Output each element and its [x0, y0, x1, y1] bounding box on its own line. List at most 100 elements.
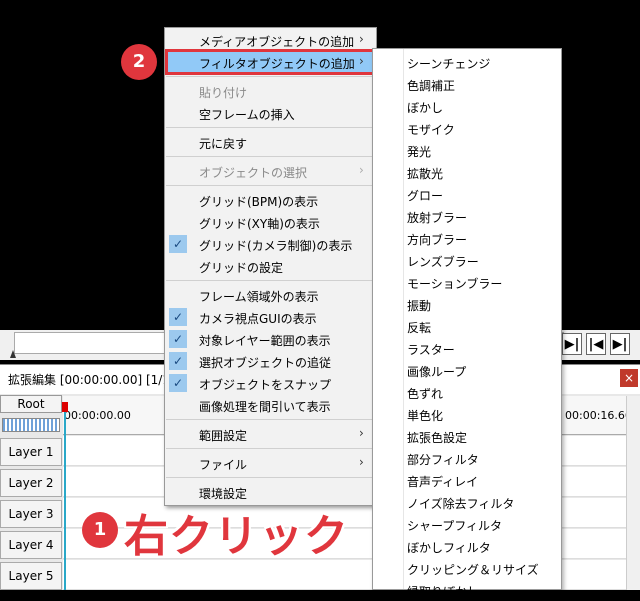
- submenu-item[interactable]: モーションブラー: [373, 271, 561, 293]
- submenu-item-label: 画像ループ: [407, 365, 467, 379]
- menu-item-label: グリッドの設定: [199, 261, 284, 275]
- close-icon[interactable]: ×: [620, 369, 638, 387]
- zoom-scale-indicator[interactable]: [2, 418, 60, 432]
- submenu-item[interactable]: 放射ブラー: [373, 205, 561, 227]
- submenu-item[interactable]: 拡散光: [373, 161, 561, 183]
- submenu-item[interactable]: 部分フィルタ: [373, 447, 561, 469]
- menu-item-paste[interactable]: 貼り付け: [165, 80, 376, 102]
- submenu-item-label: 部分フィルタ: [407, 453, 479, 467]
- play-button[interactable]: ▶|: [562, 333, 582, 355]
- submenu-item[interactable]: モザイク: [373, 117, 561, 139]
- time-end-label: 00:00:16.66: [565, 409, 632, 422]
- next-frame-button[interactable]: ▶|: [610, 333, 630, 355]
- submenu-item-label: レンズブラー: [407, 255, 479, 269]
- playhead-line[interactable]: [64, 404, 66, 590]
- layer-label[interactable]: Layer 1: [0, 438, 62, 466]
- menu-item-out-of-frame[interactable]: フレーム領域外の表示: [165, 284, 376, 306]
- submenu-item[interactable]: 発光: [373, 139, 561, 161]
- menu-separator: [166, 76, 375, 77]
- submenu-item-label: ぼかしフィルタ: [407, 541, 491, 555]
- menu-item-layer-range[interactable]: ✓ 対象レイヤー範囲の表示: [165, 328, 376, 350]
- layer-label[interactable]: Layer 5: [0, 562, 62, 590]
- menu-separator: [166, 448, 375, 449]
- menu-item-camera-gui[interactable]: ✓ カメラ視点GUIの表示: [165, 306, 376, 328]
- submenu-item-label: クリッピング＆リサイズ: [407, 563, 539, 577]
- chevron-right-icon: ›: [359, 455, 364, 469]
- root-button[interactable]: Root: [0, 395, 62, 413]
- submenu-item[interactable]: ぼかしフィルタ: [373, 535, 561, 557]
- step-2-badge: 2: [121, 44, 157, 80]
- menu-item-label: オブジェクトをスナップ: [199, 378, 332, 392]
- submenu-item-label: グロー: [407, 189, 444, 203]
- checkmark-icon: ✓: [169, 374, 187, 392]
- checkmark-icon: ✓: [169, 308, 187, 326]
- menu-item-snap[interactable]: ✓ オブジェクトをスナップ: [165, 372, 376, 394]
- chevron-right-icon: ›: [359, 426, 364, 440]
- submenu-item-label: モザイク: [407, 123, 455, 137]
- menu-item-grid-settings[interactable]: グリッドの設定: [165, 255, 376, 277]
- layer-label[interactable]: Layer 4: [0, 531, 62, 559]
- menu-separator: [166, 156, 375, 157]
- submenu-item-label: シーンチェンジ: [407, 57, 491, 71]
- menu-separator: [166, 280, 375, 281]
- menu-item-label: 空フレームの挿入: [199, 108, 295, 122]
- submenu-item[interactable]: 反転: [373, 315, 561, 337]
- prev-frame-button[interactable]: |◀: [586, 333, 606, 355]
- menu-item-label: ファイル: [199, 458, 248, 472]
- submenu-item[interactable]: ノイズ除去フィルタ: [373, 491, 561, 513]
- submenu-item[interactable]: 振動: [373, 293, 561, 315]
- submenu-item-label: 縁取りぼかし: [407, 585, 480, 599]
- submenu-item[interactable]: 拡張色設定: [373, 425, 561, 447]
- submenu-item-label: 色ずれ: [407, 387, 444, 401]
- submenu-item[interactable]: 色ずれ: [373, 381, 561, 403]
- submenu-item-label: モーションブラー: [407, 277, 503, 291]
- submenu-item[interactable]: 色調補正: [373, 73, 561, 95]
- checkmark-icon: ✓: [169, 235, 187, 253]
- submenu-item-label: ノイズ除去フィルタ: [407, 497, 515, 511]
- submenu-item[interactable]: レンズブラー: [373, 249, 561, 271]
- submenu-item[interactable]: 方向ブラー: [373, 227, 561, 249]
- menu-item-label: メディアオブジェクトの追加: [199, 35, 355, 49]
- submenu-item[interactable]: グロー: [373, 183, 561, 205]
- submenu-item-label: 反転: [407, 321, 432, 335]
- submenu-item-label: ぼかし: [407, 101, 444, 115]
- submenu-item[interactable]: シャープフィルタ: [373, 513, 561, 535]
- menu-item-label: 範囲設定: [199, 429, 248, 443]
- submenu-item[interactable]: 音声ディレイ: [373, 469, 561, 491]
- submenu-item[interactable]: シーンチェンジ: [373, 51, 561, 73]
- right-click-caption: 右クリック: [124, 511, 349, 562]
- submenu-item[interactable]: クリッピング＆リサイズ: [373, 557, 561, 579]
- highlight-box: [165, 49, 376, 75]
- submenu-item[interactable]: ラスター: [373, 337, 561, 359]
- menu-item-range-settings[interactable]: 範囲設定 ›: [165, 423, 376, 445]
- menu-item-grid-xy[interactable]: グリッド(XY軸)の表示: [165, 211, 376, 233]
- submenu-item-label: 振動: [407, 299, 432, 313]
- menu-item-thin-processing[interactable]: 画像処理を間引いて表示: [165, 394, 376, 416]
- menu-item-insert-empty-frame[interactable]: 空フレームの挿入: [165, 102, 376, 124]
- layer-label[interactable]: Layer 2: [0, 469, 62, 497]
- menu-item-label: フレーム領域外の表示: [199, 290, 319, 304]
- checkmark-icon: ✓: [169, 330, 187, 348]
- playhead-marker[interactable]: [62, 402, 68, 412]
- timeline-title: 拡張編集 [00:00:00.00] [1/1]: [8, 373, 175, 387]
- time-start-label: 00:00:00.00: [64, 409, 131, 422]
- menu-item-select-object[interactable]: オブジェクトの選択 ›: [165, 160, 376, 182]
- menu-separator: [166, 127, 375, 128]
- menu-item-file[interactable]: ファイル ›: [165, 452, 376, 474]
- submenu-item[interactable]: 画像ループ: [373, 359, 561, 381]
- menu-item-grid-bpm[interactable]: グリッド(BPM)の表示: [165, 189, 376, 211]
- submenu-item[interactable]: 縁取りぼかし: [373, 579, 561, 601]
- menu-item-undo[interactable]: 元に戻す: [165, 131, 376, 153]
- timeline-scrollbar[interactable]: [626, 396, 640, 590]
- menu-item-label: カメラ視点GUIの表示: [199, 312, 317, 326]
- menu-item-label: グリッド(カメラ制御)の表示: [199, 239, 353, 253]
- layer-label[interactable]: Layer 3: [0, 500, 62, 528]
- menu-item-add-media-object[interactable]: メディアオブジェクトの追加 ›: [165, 29, 376, 51]
- submenu-item[interactable]: 単色化: [373, 403, 561, 425]
- menu-item-grid-camera[interactable]: ✓ グリッド(カメラ制御)の表示: [165, 233, 376, 255]
- submenu-item-label: ラスター: [407, 343, 455, 357]
- menu-item-follow-selection[interactable]: ✓ 選択オブジェクトの追従: [165, 350, 376, 372]
- submenu-item-label: 放射ブラー: [407, 211, 468, 225]
- menu-separator: [166, 185, 375, 186]
- submenu-item[interactable]: ぼかし: [373, 95, 561, 117]
